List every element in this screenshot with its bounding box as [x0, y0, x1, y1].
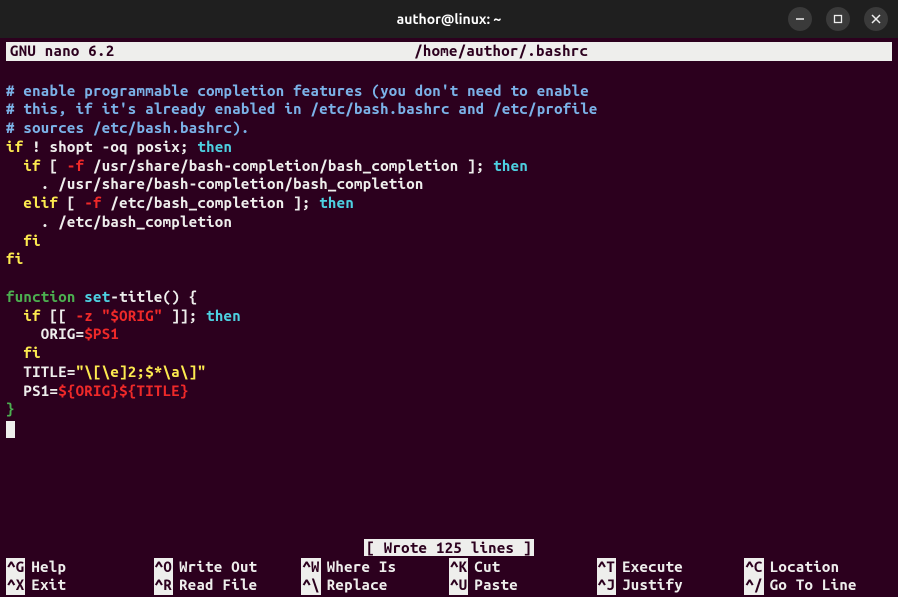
window-title: author@linux: ~: [397, 11, 502, 27]
code-line: # sources /etc/bash.bashrc).: [6, 119, 250, 136]
shortcut-cut[interactable]: ^K Cut: [449, 558, 597, 577]
nano-appname: GNU nano 6.2: [10, 42, 114, 61]
code-line: fi: [6, 344, 41, 361]
shortcut-readfile[interactable]: ^R Read File: [154, 576, 302, 595]
code-token: -f: [67, 157, 84, 174]
code-token: then: [189, 138, 233, 155]
code-token: ]];: [163, 307, 198, 324]
shortcut-key: ^K: [449, 558, 468, 577]
code-token: -z "$ORIG": [76, 307, 163, 324]
code-token: elif: [6, 194, 58, 211]
code-token: if: [6, 138, 23, 155]
code-line: . /usr/share/bash-completion/bash_comple…: [6, 175, 424, 192]
shortcut-key: ^/: [744, 576, 763, 595]
code-token: [: [58, 194, 84, 211]
code-token: /etc/bash_completion ];: [102, 194, 311, 211]
editor-body[interactable]: # enable programmable completion feature…: [6, 61, 892, 539]
close-button[interactable]: [864, 7, 888, 31]
shortcut-gotoline[interactable]: ^/ Go To Line: [744, 576, 892, 595]
shortcut-label: Go To Line: [770, 576, 857, 595]
shortcut-execute[interactable]: ^T Execute: [597, 558, 745, 577]
code-token: if: [6, 157, 41, 174]
shortcut-label: Location: [770, 558, 840, 577]
code-token: /usr/share/bash-completion/bash_completi…: [84, 157, 484, 174]
shortcut-label: Where Is: [327, 558, 397, 577]
code-token: [[: [41, 307, 76, 324]
nano-header: GNU nano 6.2 /home/author/.bashrc: [6, 42, 892, 61]
code-line: # enable programmable completion feature…: [6, 82, 589, 99]
status-message: [ Wrote 125 lines ]: [364, 539, 533, 556]
shortcut-label: Justify: [622, 576, 683, 595]
shortcut-label: Help: [31, 558, 66, 577]
shortcut-key: ^W: [301, 558, 320, 577]
shortcut-writeout[interactable]: ^O Write Out: [154, 558, 302, 577]
code-token: ORIG=: [6, 325, 84, 342]
header-spacer: [114, 42, 414, 61]
code-token: then: [197, 307, 241, 324]
code-line: fi: [6, 250, 23, 267]
shortcut-key: ^G: [6, 558, 25, 577]
maximize-button[interactable]: [826, 7, 850, 31]
shortcut-help[interactable]: ^G Help: [6, 558, 154, 577]
shortcut-label: Paste: [474, 576, 518, 595]
terminal-viewport[interactable]: GNU nano 6.2 /home/author/.bashrc # enab…: [0, 38, 898, 597]
code-token: if: [6, 307, 41, 324]
shortcut-label: Write Out: [179, 558, 257, 577]
shortcut-key: ^T: [597, 558, 616, 577]
code-token: ${ORIG}${TITLE}: [58, 382, 189, 399]
window-controls: [788, 7, 888, 31]
code-line: # this, if it's already enabled in /etc/…: [6, 100, 598, 117]
code-token: TITLE=: [6, 363, 76, 380]
status-line: [ Wrote 125 lines ]: [6, 539, 892, 558]
code-token: -f: [84, 194, 101, 211]
shortcut-label: Read File: [179, 576, 257, 595]
code-token: -title() {: [110, 288, 197, 305]
code-token: ! shopt -oq posix;: [23, 138, 188, 155]
code-line: fi: [6, 232, 41, 249]
shortcut-location[interactable]: ^C Location: [744, 558, 892, 577]
shortcut-key: ^R: [154, 576, 173, 595]
shortcut-replace[interactable]: ^\ Replace: [301, 576, 449, 595]
shortcut-label: Replace: [327, 576, 388, 595]
code-token: then: [311, 194, 355, 211]
shortcut-label: Cut: [474, 558, 500, 577]
shortcut-key: ^X: [6, 576, 25, 595]
text-cursor: [6, 421, 15, 438]
window-titlebar: author@linux: ~: [0, 0, 898, 38]
shortcut-key: ^\: [301, 576, 320, 595]
shortcut-label: Execute: [622, 558, 683, 577]
code-line: }: [6, 400, 15, 417]
close-icon: [871, 14, 881, 24]
code-token: then: [485, 157, 529, 174]
minimize-button[interactable]: [788, 7, 812, 31]
code-token: "\[\e]2;$*\a\]": [76, 363, 207, 380]
shortcut-key: ^O: [154, 558, 173, 577]
nano-shortcut-bar: ^G Help ^O Write Out ^W Where Is ^K Cut ^T Ex…: [6, 558, 892, 596]
nano-filepath: /home/author/.bashrc: [414, 42, 588, 61]
shortcut-key: ^J: [597, 576, 616, 595]
minimize-icon: [795, 14, 805, 24]
code-token: set: [76, 288, 111, 305]
shortcut-paste[interactable]: ^U Paste: [449, 576, 597, 595]
code-token: $PS1: [84, 325, 119, 342]
shortcut-justify[interactable]: ^J Justify: [597, 576, 745, 595]
shortcut-key: ^C: [744, 558, 763, 577]
code-token: PS1=: [6, 382, 58, 399]
code-line: . /etc/bash_completion: [6, 213, 232, 230]
shortcut-key: ^U: [449, 576, 468, 595]
shortcut-whereis[interactable]: ^W Where Is: [301, 558, 449, 577]
code-token: [: [41, 157, 67, 174]
shortcut-label: Exit: [31, 576, 66, 595]
header-spacer-right: [588, 42, 888, 61]
code-token: function: [6, 288, 76, 305]
shortcut-exit[interactable]: ^X Exit: [6, 576, 154, 595]
maximize-icon: [833, 14, 843, 24]
